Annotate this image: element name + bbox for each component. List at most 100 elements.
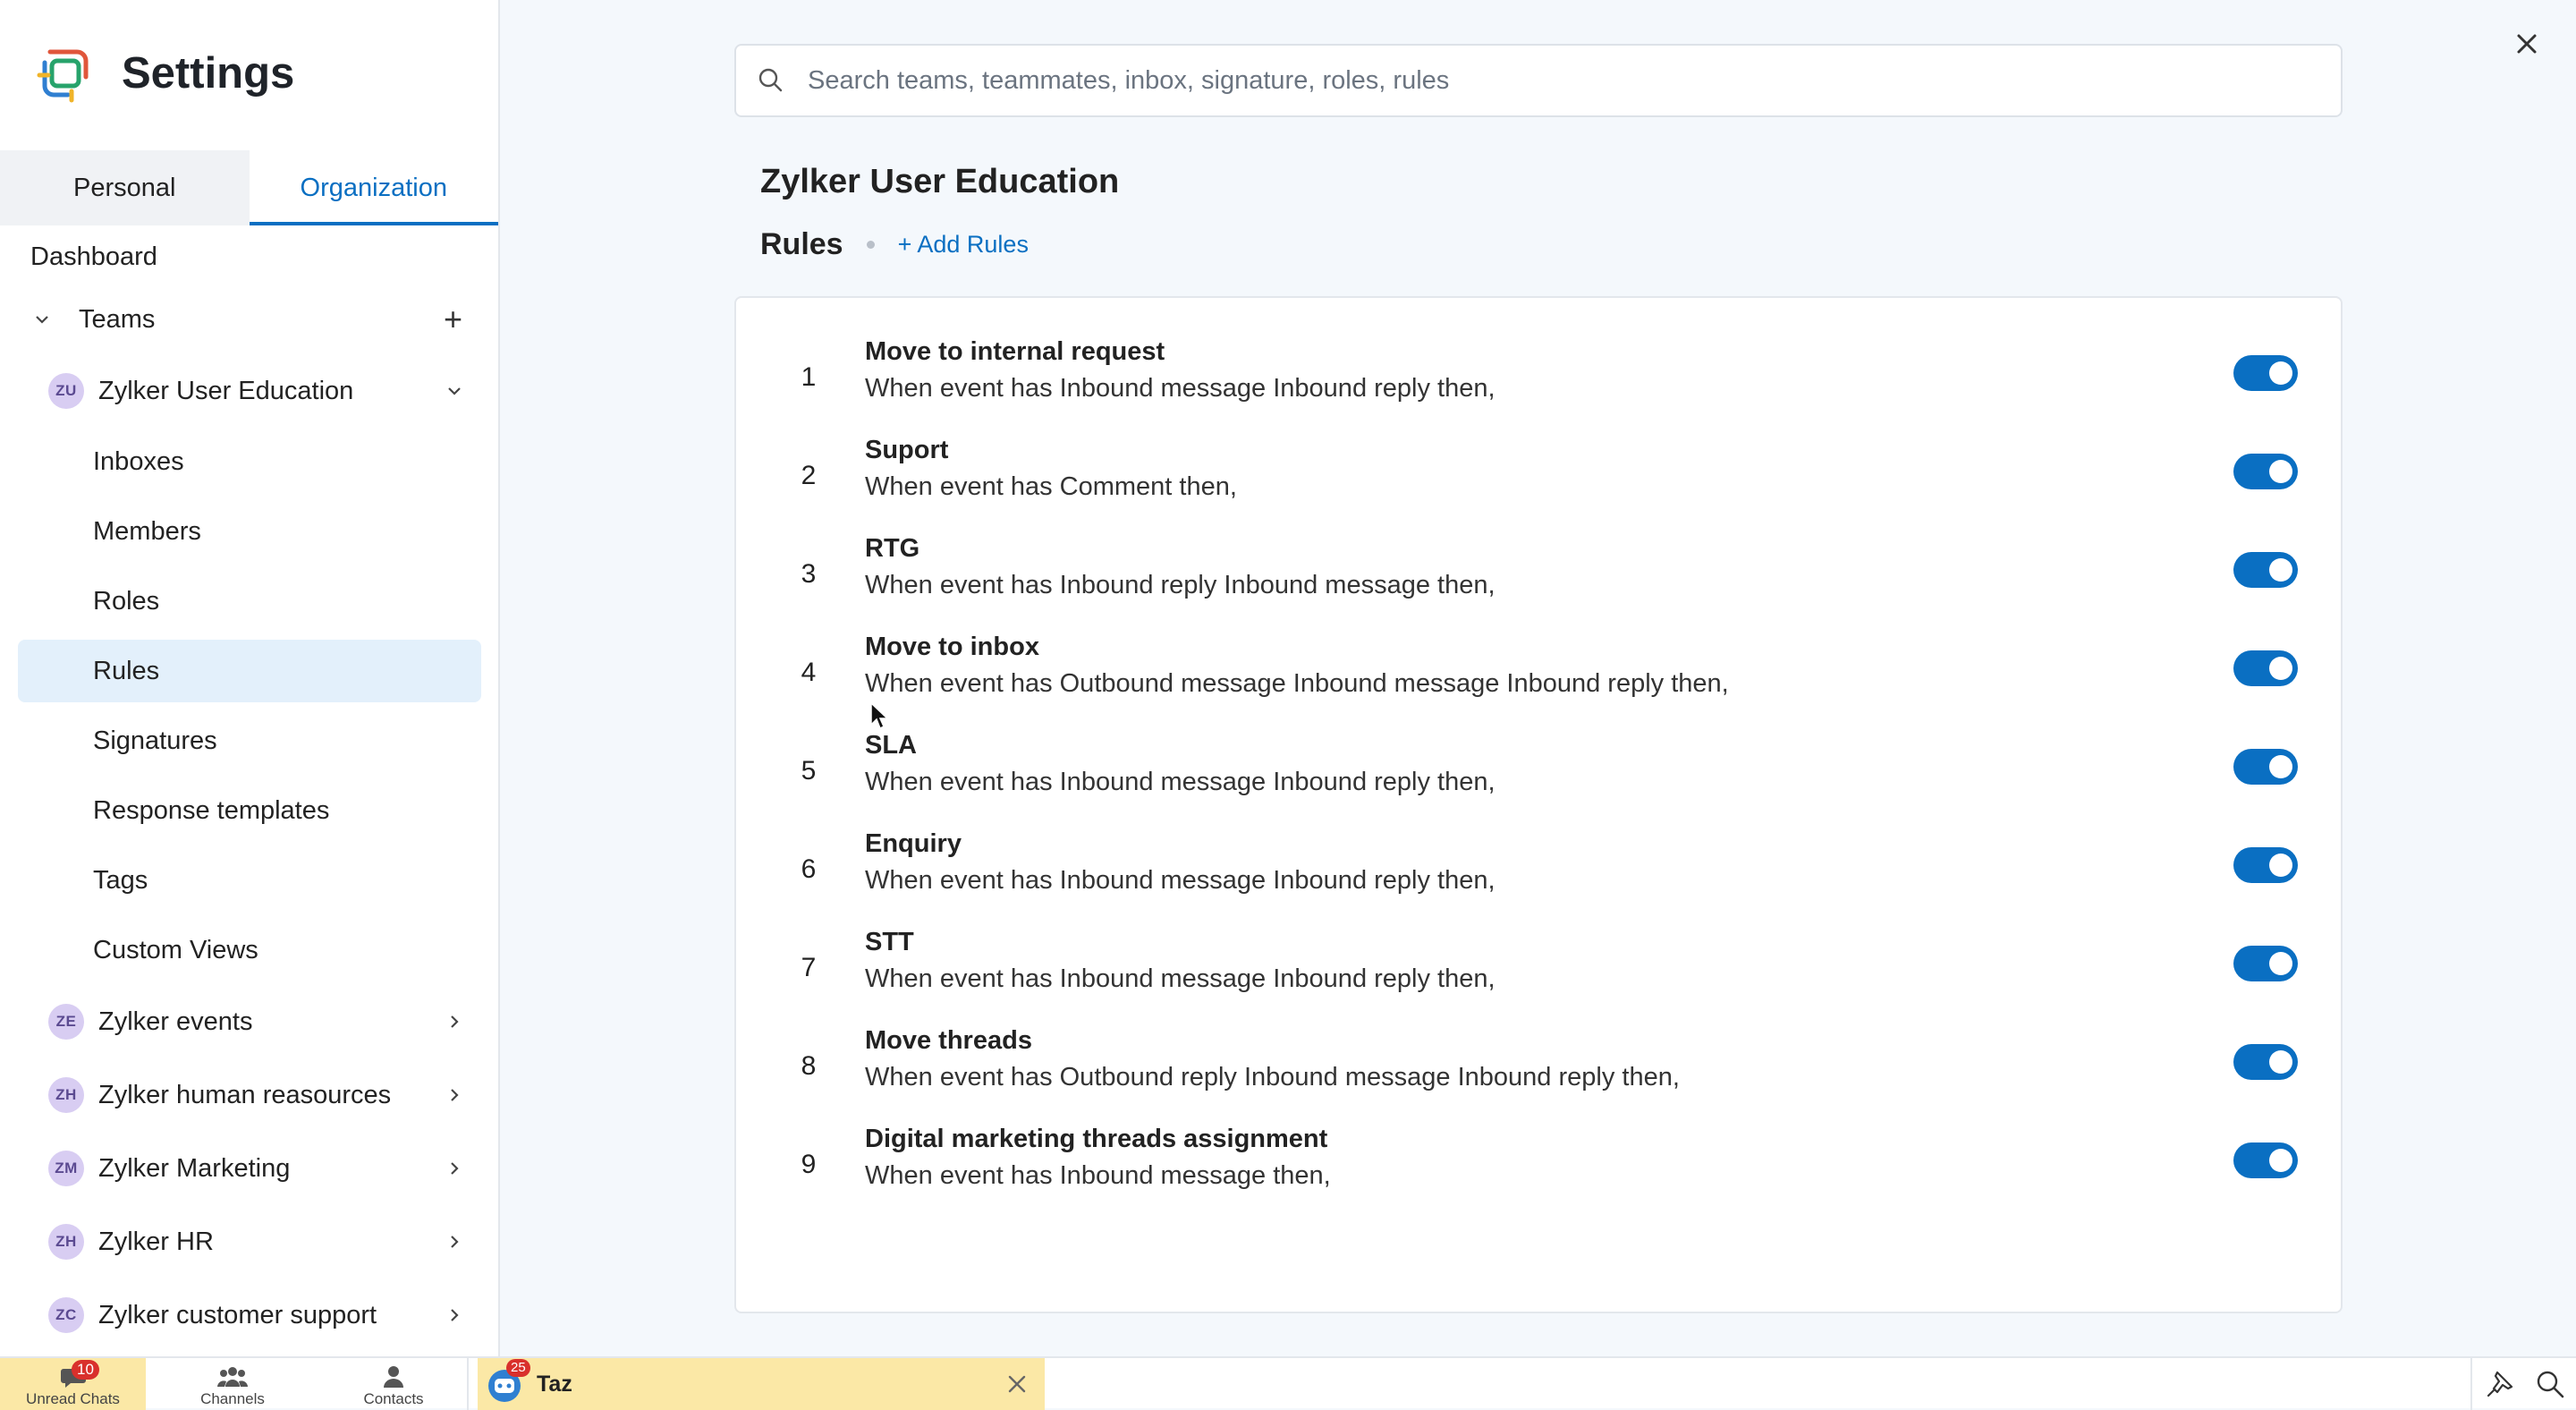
rule-row[interactable]: 4 Move to inbox When event has Outbound … bbox=[736, 631, 2344, 717]
rule-toggle[interactable] bbox=[2233, 1044, 2298, 1080]
rule-description: When event has Inbound reply Inbound mes… bbox=[865, 571, 1496, 599]
channels-button[interactable]: Channels bbox=[179, 1358, 286, 1410]
sidebar-item-team[interactable]: ZC Zylker customer support bbox=[0, 1284, 498, 1346]
toggle-knob bbox=[2269, 854, 2292, 877]
unread-chats-button[interactable]: Unread Chats 10 bbox=[0, 1358, 146, 1410]
search-icon[interactable] bbox=[2535, 1369, 2565, 1399]
toggle-knob bbox=[2269, 1050, 2292, 1074]
sidebar-item-label: Tags bbox=[93, 865, 148, 895]
chat-tab-taz[interactable]: 25 Taz bbox=[478, 1358, 1045, 1410]
chevron-right-icon[interactable] bbox=[439, 1153, 470, 1184]
sidebar-item-label: Response templates bbox=[93, 795, 330, 825]
unread-chats-label: Unread Chats bbox=[26, 1390, 120, 1407]
pin-icon[interactable] bbox=[2485, 1369, 2515, 1399]
rule-row[interactable]: 3 RTG When event has Inbound reply Inbou… bbox=[736, 532, 2344, 618]
rule-number: 4 bbox=[801, 658, 817, 687]
rule-number: 8 bbox=[801, 1051, 817, 1081]
rule-name: Move to inbox bbox=[865, 633, 1039, 661]
chevron-right-icon[interactable] bbox=[439, 1227, 470, 1257]
sidebar-item-label: Teams bbox=[79, 304, 156, 334]
sidebar-item-label: Dashboard bbox=[30, 242, 157, 271]
rule-description: When event has Outbound message Inbound … bbox=[865, 669, 1729, 698]
search-icon bbox=[758, 68, 783, 92]
rule-toggle[interactable] bbox=[2233, 847, 2298, 883]
divider bbox=[2470, 1358, 2472, 1410]
toggle-knob bbox=[2269, 558, 2292, 582]
sidebar-item-custom-views[interactable]: Custom Views bbox=[0, 919, 498, 981]
rule-number: 5 bbox=[801, 756, 817, 786]
bottom-bar: Unread Chats 10 Channels Contacts 25 Taz bbox=[0, 1356, 2576, 1410]
sidebar-item-team[interactable]: ZM Zylker Marketing bbox=[0, 1137, 498, 1200]
rule-row[interactable]: 6 Enquiry When event has Inbound message… bbox=[736, 828, 2344, 913]
sidebar-item-roles[interactable]: Roles bbox=[0, 570, 498, 633]
sidebar-item-signatures[interactable]: Signatures bbox=[0, 709, 498, 772]
close-icon[interactable] bbox=[2508, 25, 2546, 63]
rule-number: 1 bbox=[801, 362, 817, 392]
rule-toggle[interactable] bbox=[2233, 946, 2298, 981]
sidebar-item-team[interactable]: ZH Zylker HR bbox=[0, 1210, 498, 1273]
team-name: Zylker Marketing bbox=[98, 1153, 291, 1183]
rule-name: Move threads bbox=[865, 1026, 1032, 1055]
rule-row[interactable]: 8 Move threads When event has Outbound r… bbox=[736, 1024, 2344, 1110]
chevron-down-icon[interactable] bbox=[27, 304, 57, 335]
channels-label: Channels bbox=[200, 1390, 265, 1407]
rule-description: When event has Inbound message Inbound r… bbox=[865, 768, 1496, 796]
search-input[interactable] bbox=[806, 64, 2309, 97]
close-icon[interactable] bbox=[1005, 1372, 1029, 1396]
contacts-label: Contacts bbox=[363, 1390, 424, 1407]
rule-row[interactable]: 7 STT When event has Inbound message Inb… bbox=[736, 926, 2344, 1012]
chevron-down-icon[interactable] bbox=[439, 376, 470, 406]
rule-row[interactable]: 5 SLA When event has Inbound message Inb… bbox=[736, 729, 2344, 815]
section-title: Rules bbox=[760, 226, 843, 261]
rule-name: STT bbox=[865, 928, 914, 956]
rule-row[interactable]: 2 Suport When event has Comment then, bbox=[736, 434, 2344, 520]
sidebar-item-teams[interactable]: Teams + bbox=[0, 288, 498, 351]
chevron-right-icon[interactable] bbox=[439, 1300, 470, 1330]
brand: Settings bbox=[32, 39, 294, 107]
sidebar-item-response-templates[interactable]: Response templates bbox=[0, 779, 498, 842]
sidebar-item-tags[interactable]: Tags bbox=[0, 849, 498, 912]
sidebar-item-team[interactable]: ZH Zylker human reasources bbox=[0, 1064, 498, 1126]
add-team-button[interactable]: + bbox=[444, 303, 462, 336]
rule-toggle[interactable] bbox=[2233, 1142, 2298, 1178]
rule-number: 6 bbox=[801, 854, 817, 884]
tab-personal[interactable]: Personal bbox=[0, 150, 250, 225]
sidebar-item-inboxes[interactable]: Inboxes bbox=[0, 430, 498, 493]
rule-description: When event has Inbound message Inbound r… bbox=[865, 374, 1496, 403]
mouse-cursor-icon bbox=[870, 701, 889, 730]
team-avatar: ZH bbox=[48, 1077, 84, 1113]
team-avatar: ZM bbox=[48, 1151, 84, 1186]
toggle-knob bbox=[2269, 755, 2292, 778]
tab-organization[interactable]: Organization bbox=[249, 150, 498, 225]
settings-sidebar: Settings Personal Organization Dashboard… bbox=[0, 0, 500, 1356]
rules-header: Rules + Add Rules bbox=[760, 224, 1029, 265]
team-name: Zylker events bbox=[98, 1007, 253, 1036]
rule-description: When event has Inbound message Inbound r… bbox=[865, 866, 1496, 895]
add-rules-button[interactable]: + Add Rules bbox=[898, 231, 1029, 259]
chevron-right-icon[interactable] bbox=[439, 1080, 470, 1110]
rule-row[interactable]: 1 Move to internal request When event ha… bbox=[736, 336, 2344, 421]
rule-toggle[interactable] bbox=[2233, 355, 2298, 391]
settings-search bbox=[734, 44, 2343, 117]
rule-number: 3 bbox=[801, 559, 817, 589]
team-avatar: ZE bbox=[48, 1004, 84, 1040]
rule-row[interactable]: 9 Digital marketing threads assignment W… bbox=[736, 1123, 2344, 1209]
rule-description: When event has Comment then, bbox=[865, 472, 1237, 501]
sidebar-item-rules[interactable]: Rules bbox=[18, 640, 481, 702]
app-logo-icon bbox=[37, 49, 89, 103]
toggle-knob bbox=[2269, 460, 2292, 483]
sidebar-item-dashboard[interactable]: Dashboard bbox=[0, 225, 498, 288]
sidebar-item-team[interactable]: ZE Zylker events bbox=[0, 990, 498, 1053]
toggle-knob bbox=[2269, 1149, 2292, 1172]
chat-unread-badge: 25 bbox=[506, 1359, 530, 1377]
bot-avatar: 25 bbox=[485, 1359, 530, 1404]
rule-toggle[interactable] bbox=[2233, 749, 2298, 785]
contacts-button[interactable]: Contacts bbox=[340, 1358, 447, 1410]
team-heading: Zylker User Education bbox=[760, 163, 1120, 200]
sidebar-item-team-current[interactable]: ZU Zylker User Education bbox=[0, 360, 498, 422]
sidebar-item-members[interactable]: Members bbox=[0, 500, 498, 563]
chevron-right-icon[interactable] bbox=[439, 1007, 470, 1037]
rule-toggle[interactable] bbox=[2233, 650, 2298, 686]
rule-toggle[interactable] bbox=[2233, 552, 2298, 588]
rule-toggle[interactable] bbox=[2233, 454, 2298, 489]
